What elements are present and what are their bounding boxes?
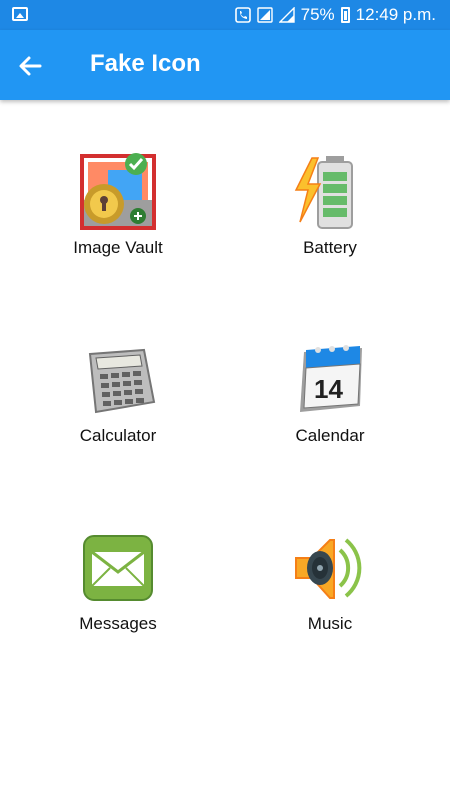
tile-calculator[interactable]: Calculator [18, 340, 218, 480]
calendar-icon: 14 [300, 345, 362, 412]
status-bar: 75% 12:49 p.m. [0, 0, 450, 30]
gallery-notification-icon [12, 7, 28, 21]
wifi-signal-icon [256, 7, 273, 23]
image-vault-icon [80, 153, 156, 230]
page-title: Fake Icon [90, 50, 201, 77]
tile-messages[interactable]: Messages [18, 528, 218, 668]
battery-percent: 75% [300, 5, 335, 24]
music-icon [295, 538, 362, 599]
cell-signal-icon [278, 7, 295, 23]
tile-label: Calculator [79, 426, 157, 445]
tile-label: Messages [79, 614, 157, 633]
calculator-icon [88, 348, 156, 414]
tile-music[interactable]: Music [230, 528, 430, 668]
battery-icon [294, 156, 353, 229]
tile-image-vault[interactable]: Image Vault [18, 152, 218, 292]
messages-icon [83, 535, 153, 601]
svg-text:14: 14 [314, 374, 343, 404]
clock: 12:49 p.m. [355, 5, 436, 24]
call-icon [234, 7, 251, 23]
app-bar: Fake Icon [0, 30, 450, 100]
status-icons: 75% 12:49 p.m. [234, 0, 436, 30]
tile-label: Calendar [295, 426, 365, 445]
tile-battery[interactable]: Battery [230, 152, 430, 292]
tile-calendar[interactable]: 14 Calendar [230, 340, 430, 480]
icon-grid: Image Vault Battery Calculator 14 Calend… [0, 100, 450, 800]
tile-label: Music [307, 614, 353, 633]
tile-label: Battery [303, 238, 357, 257]
tile-label: Image Vault [73, 238, 163, 257]
battery-status-icon [340, 7, 350, 23]
back-arrow-icon[interactable] [14, 50, 46, 82]
